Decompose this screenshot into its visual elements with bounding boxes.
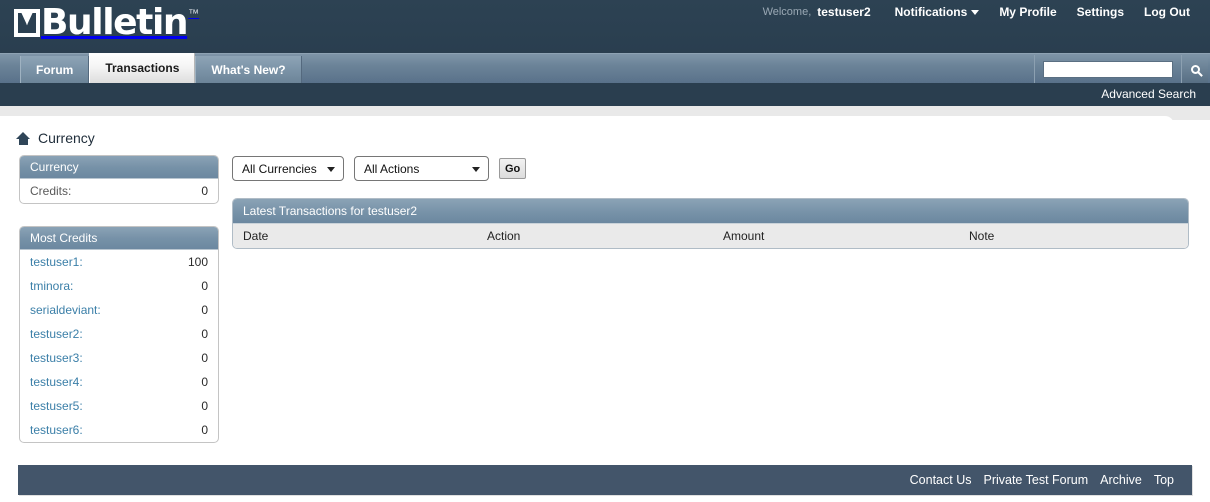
nav-notifications[interactable]: Notifications (885, 3, 990, 21)
currency-select-value: All Currencies (242, 161, 317, 176)
main-navbar: Forum Transactions What's New? (0, 53, 1210, 84)
column-header-note[interactable]: Note (959, 229, 1188, 243)
user-credits-value: 0 (201, 327, 208, 341)
user-link[interactable]: serialdeviant: (30, 303, 101, 317)
tab-list: Forum Transactions What's New? (20, 53, 302, 84)
page-title: Currency (38, 130, 95, 146)
list-item[interactable]: testuser3: 0 (20, 346, 218, 370)
search-input[interactable] (1043, 61, 1173, 78)
footer-links: Contact Us Private Test Forum Archive To… (904, 465, 1180, 495)
credits-value: 0 (201, 184, 208, 198)
user-link[interactable]: tminora: (30, 279, 73, 293)
nav-my-profile[interactable]: My Profile (989, 3, 1066, 21)
column-header-action[interactable]: Action (477, 229, 713, 243)
breadcrumb: Currency (16, 130, 95, 146)
advanced-search-strip: Advanced Search (0, 83, 1210, 106)
user-link[interactable]: testuser5: (30, 399, 83, 413)
nav-notifications-label: Notifications (894, 5, 968, 19)
search-icon (1190, 65, 1200, 74)
user-credits-value: 0 (201, 303, 208, 317)
currency-select[interactable]: All Currencies (232, 156, 344, 181)
credits-label: Credits: (30, 184, 72, 198)
nav-log-out[interactable]: Log Out (1134, 3, 1200, 21)
user-credits-value: 0 (201, 279, 208, 293)
user-link[interactable]: testuser6: (30, 423, 83, 437)
filter-bar: All Currencies All Actions Go (232, 156, 527, 181)
footer-link-private-test-forum[interactable]: Private Test Forum (977, 473, 1094, 487)
footer-link-archive[interactable]: Archive (1094, 473, 1148, 487)
top-header: Bulletin ™ Welcome, testuser2 Notificati… (0, 0, 1210, 53)
transactions-panel-title: Latest Transactions for testuser2 (233, 199, 1188, 223)
user-credits-value: 0 (201, 375, 208, 389)
list-item[interactable]: tminora: 0 (20, 274, 218, 298)
currency-block: Currency Credits: 0 (19, 155, 219, 204)
list-item[interactable]: testuser1: 100 (20, 250, 218, 274)
action-select-value: All Actions (364, 161, 420, 176)
footer-link-contact-us[interactable]: Contact Us (904, 473, 978, 487)
go-button[interactable]: Go (499, 158, 527, 179)
vbulletin-logo[interactable]: Bulletin ™ (14, 5, 199, 41)
tab-whats-new[interactable]: What's New? (195, 56, 302, 84)
user-link[interactable]: testuser3: (30, 351, 83, 365)
list-item[interactable]: testuser5: 0 (20, 394, 218, 418)
transactions-panel: Latest Transactions for testuser2 Date A… (232, 198, 1189, 249)
advanced-search-link[interactable]: Advanced Search (1101, 87, 1196, 101)
currency-block-title: Currency (20, 156, 218, 179)
chevron-down-icon (327, 166, 335, 172)
tab-forum[interactable]: Forum (20, 56, 90, 84)
nav-settings[interactable]: Settings (1067, 3, 1134, 21)
chevron-down-icon (472, 166, 480, 172)
user-credits-value: 100 (187, 255, 208, 269)
user-credits-value: 0 (201, 399, 208, 413)
most-credits-block: Most Credits testuser1: 100 tminora: 0 s… (19, 226, 219, 443)
user-link[interactable]: testuser1: (30, 255, 83, 269)
user-link[interactable]: testuser4: (30, 375, 83, 389)
search-button[interactable] (1181, 55, 1208, 84)
current-username: testuser2 (817, 5, 871, 19)
user-link[interactable]: testuser2: (30, 327, 83, 341)
list-item[interactable]: testuser4: 0 (20, 370, 218, 394)
welcome-label: Welcome, (762, 6, 812, 18)
home-icon[interactable] (16, 131, 30, 145)
footer-bar: Contact Us Private Test Forum Archive To… (18, 465, 1192, 495)
user-credits-value: 0 (201, 351, 208, 365)
footer-link-top[interactable]: Top (1148, 473, 1180, 487)
user-credits-value: 0 (201, 423, 208, 437)
user-navigation: Welcome, testuser2 Notifications My Prof… (763, 3, 1200, 21)
most-credits-block-title: Most Credits (20, 227, 218, 250)
chevron-down-icon (971, 10, 980, 16)
search-area (1034, 55, 1208, 84)
logo-trademark: ™ (188, 8, 200, 20)
list-item: Credits: 0 (20, 179, 218, 203)
transactions-column-headers: Date Action Amount Note (233, 223, 1188, 248)
list-item[interactable]: testuser6: 0 (20, 418, 218, 442)
logo-text: Bulletin (41, 2, 189, 43)
column-header-amount[interactable]: Amount (713, 229, 959, 243)
vbulletin-logo-mark-icon (14, 9, 40, 37)
tab-transactions[interactable]: Transactions (89, 53, 196, 84)
column-header-date[interactable]: Date (233, 229, 477, 243)
action-select[interactable]: All Actions (354, 156, 489, 181)
list-item[interactable]: serialdeviant: 0 (20, 298, 218, 322)
list-item[interactable]: testuser2: 0 (20, 322, 218, 346)
